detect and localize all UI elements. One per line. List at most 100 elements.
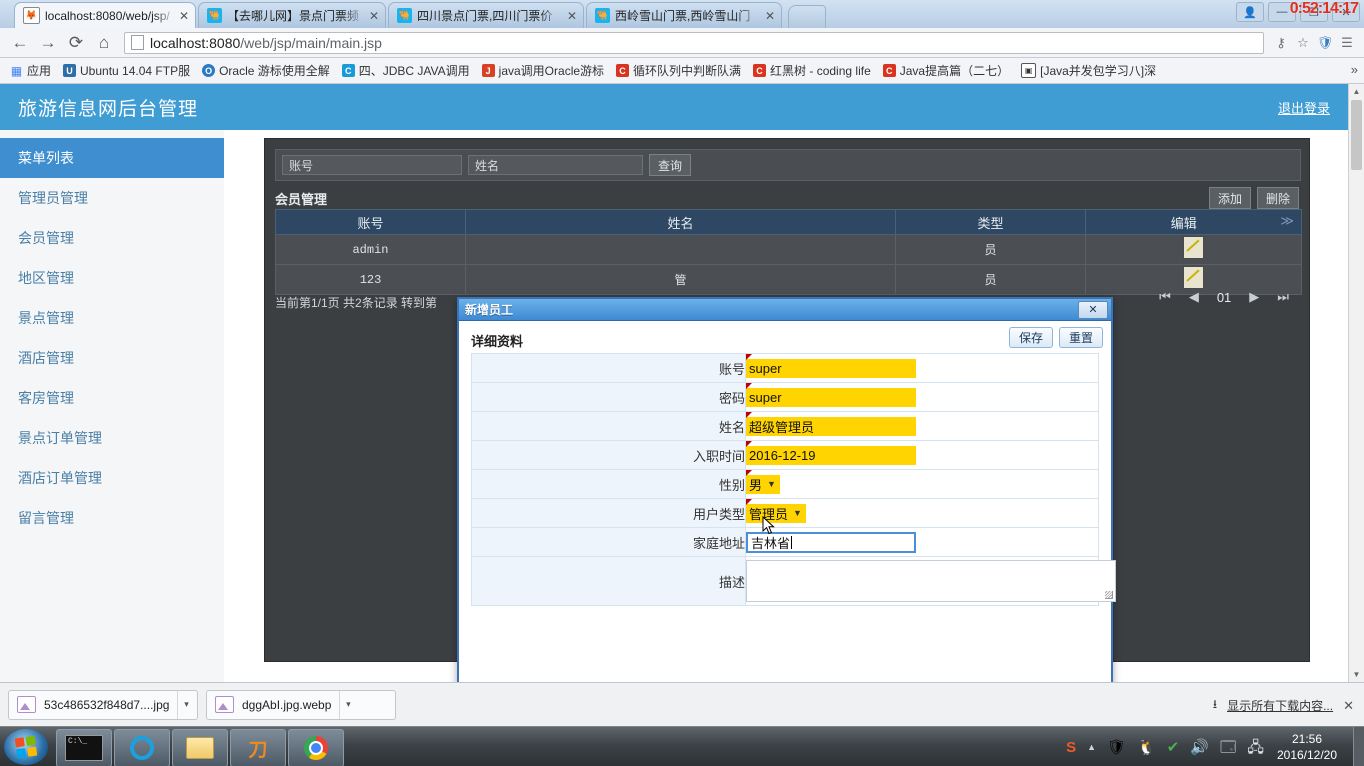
sidebar-item-attraction-order[interactable]: 景点订单管理 <box>0 418 224 458</box>
360-checkmark-icon[interactable]: ✔ <box>1167 740 1180 755</box>
sidebar-item-hotel-order[interactable]: 酒店订单管理 <box>0 458 224 498</box>
name-input[interactable]: 超级管理员 <box>746 416 916 436</box>
scroll-down-icon[interactable]: ▼ <box>1349 667 1364 682</box>
prev-page-icon[interactable]: ◀ <box>1189 289 1199 305</box>
key-icon[interactable]: ⚷ <box>1270 32 1292 54</box>
new-tab-button[interactable] <box>788 5 826 28</box>
table-row[interactable]: 123 管 员 <box>275 264 1302 295</box>
jianying-icon[interactable]: 刀 <box>230 729 286 766</box>
browser-tab-3[interactable]: 🐫 西岭雪山门票,西岭雪山门 ✕ <box>586 2 782 28</box>
hiredate-input[interactable]: 2016-12-19 <box>746 445 916 465</box>
page-number[interactable]: 01 <box>1217 290 1231 305</box>
address-input[interactable]: 吉林省 <box>746 531 916 553</box>
cell-type: 员 <box>895 264 1086 295</box>
column-header-name[interactable]: 姓名 <box>465 209 896 235</box>
tab-close-icon[interactable]: ✕ <box>763 10 777 22</box>
hamburger-menu-icon[interactable]: ☰ <box>1336 32 1358 54</box>
browser-tab-2[interactable]: 🐫 四川景点门票,四川门票价 ✕ <box>388 2 584 28</box>
bookmark-item[interactable]: ▣ [Java并发包学习八]深 <box>1015 61 1162 81</box>
save-button[interactable]: 保存 <box>1008 327 1053 348</box>
antivirus-icon[interactable]: 🛡 <box>1107 740 1126 755</box>
first-page-icon[interactable]: ⏮ <box>1159 289 1171 305</box>
bookmarks-overflow-icon[interactable]: » <box>1351 62 1358 77</box>
volume-icon[interactable]: 🔊 <box>1190 740 1209 755</box>
columns-toggle-icon[interactable]: ≫ <box>1280 213 1294 229</box>
bookmark-item[interactable]: J java调用Oracle游标 <box>476 61 610 81</box>
next-page-icon[interactable]: ▶ <box>1249 289 1259 305</box>
bookmark-item[interactable]: C 红黑树 - coding life <box>747 61 877 81</box>
search-account-input[interactable]: 账号 <box>282 155 462 175</box>
command-prompt-icon[interactable]: C:\_ <box>56 729 112 766</box>
account-input[interactable]: super <box>746 358 916 378</box>
bookmark-apps[interactable]: ▦ 应用 <box>4 61 57 81</box>
home-icon[interactable]: ⌂ <box>90 30 118 56</box>
taskbar-clock[interactable]: 21:56 2016/12/20 <box>1268 731 1346 763</box>
qq-icon[interactable]: 🐧 <box>1137 740 1156 755</box>
scroll-up-icon[interactable]: ▲ <box>1349 84 1364 99</box>
sogou-input-icon[interactable]: S <box>1066 740 1076 755</box>
windows-start-icon[interactable] <box>4 729 48 765</box>
usertype-select[interactable]: 管理员 ▼ <box>746 503 806 523</box>
tab-close-icon[interactable]: ✕ <box>177 10 191 22</box>
forward-arrow-icon[interactable]: → <box>34 30 62 56</box>
user-icon[interactable]: 👤 <box>1236 2 1264 22</box>
sidebar-header[interactable]: 菜单列表 <box>0 138 224 178</box>
close-icon[interactable]: ✕ <box>1078 300 1108 319</box>
browser-tab-0[interactable]: 🦊 localhost:8080/web/jsp/ ✕ <box>14 2 196 28</box>
network-icon[interactable]: 🖧 <box>1247 740 1264 755</box>
bookmark-item[interactable]: C 四、JDBC JAVA调用 <box>336 61 476 81</box>
bookmark-item[interactable]: U Ubuntu 14.04 FTP服 <box>57 61 196 81</box>
show-all-downloads-link[interactable]: 显示所有下载内容... <box>1227 697 1333 714</box>
address-bar[interactable]: localhost:8080/web/jsp/main/main.jsp <box>124 31 1264 54</box>
logout-link[interactable]: 退出登录 <box>1278 98 1346 117</box>
bookmark-item[interactable]: C Java提高篇（二七） <box>877 61 1015 81</box>
download-item[interactable]: 53c486532f848d7....jpg ▾ <box>8 689 198 720</box>
edit-pencil-icon[interactable] <box>1183 236 1204 259</box>
sidebar-item-room[interactable]: 客房管理 <box>0 378 224 418</box>
chevron-down-icon[interactable]: ▾ <box>177 690 194 719</box>
sidebar-item-hotel[interactable]: 酒店管理 <box>0 338 224 378</box>
page-scrollbar[interactable]: ▲ ▼ <box>1348 84 1364 682</box>
back-arrow-icon[interactable]: ← <box>6 30 34 56</box>
bookmark-item[interactable]: O Oracle 游标使用全解 <box>196 61 336 81</box>
chevron-down-icon[interactable]: ▾ <box>339 690 356 719</box>
column-header-type[interactable]: 类型 <box>895 209 1086 235</box>
gender-select[interactable]: 男 ▼ <box>746 474 780 494</box>
chrome-icon[interactable] <box>288 729 344 766</box>
column-header-edit[interactable]: 编辑 ≫ <box>1085 209 1302 235</box>
photoshop-icon[interactable] <box>114 729 170 766</box>
action-center-icon[interactable]: 🗔 <box>1220 740 1236 755</box>
reload-icon[interactable]: ⟳ <box>62 30 90 56</box>
bookmark-item[interactable]: C 循环队列中判断队满 <box>610 61 747 81</box>
column-header-account[interactable]: 账号 <box>275 209 466 235</box>
last-page-icon[interactable]: ⏭ <box>1277 289 1289 305</box>
reset-button[interactable]: 重置 <box>1058 327 1103 348</box>
star-icon[interactable]: ☆ <box>1292 32 1314 54</box>
shield-icon[interactable]: 🛡 <box>1314 32 1336 54</box>
show-hidden-icons-icon[interactable]: ▲ <box>1087 742 1096 752</box>
description-textarea[interactable] <box>746 560 1116 602</box>
cell-edit[interactable] <box>1085 234 1302 265</box>
show-desktop-button[interactable] <box>1353 727 1364 766</box>
sidebar-item-admin[interactable]: 管理员管理 <box>0 178 224 218</box>
browser-tab-1[interactable]: 🐫 【去哪儿网】景点门票频 ✕ <box>198 2 386 28</box>
close-icon[interactable]: ✕ <box>1343 698 1354 714</box>
download-item[interactable]: dggAbI.jpg.webp ▾ <box>206 689 396 720</box>
sidebar-item-attraction[interactable]: 景点管理 <box>0 298 224 338</box>
password-input[interactable]: super <box>746 387 916 407</box>
add-button[interactable]: 添加 <box>1208 187 1251 209</box>
dialog-title-bar[interactable]: 新增员工 ✕ <box>459 299 1111 321</box>
tab-close-icon[interactable]: ✕ <box>367 10 381 22</box>
search-name-input[interactable]: 姓名 <box>468 155 643 175</box>
sidebar-item-member[interactable]: 会员管理 <box>0 218 224 258</box>
file-explorer-icon[interactable] <box>172 729 228 766</box>
sidebar-item-message[interactable]: 留言管理 <box>0 498 224 538</box>
qunar-icon: 🐫 <box>595 8 610 23</box>
tab-close-icon[interactable]: ✕ <box>565 10 579 22</box>
query-button[interactable]: 查询 <box>649 154 692 176</box>
sidebar-item-region[interactable]: 地区管理 <box>0 258 224 298</box>
table-row[interactable]: admin 员 <box>275 234 1302 265</box>
edit-pencil-icon[interactable] <box>1183 266 1204 289</box>
delete-button[interactable]: 删除 <box>1256 187 1299 209</box>
scrollbar-thumb[interactable] <box>1351 100 1362 170</box>
